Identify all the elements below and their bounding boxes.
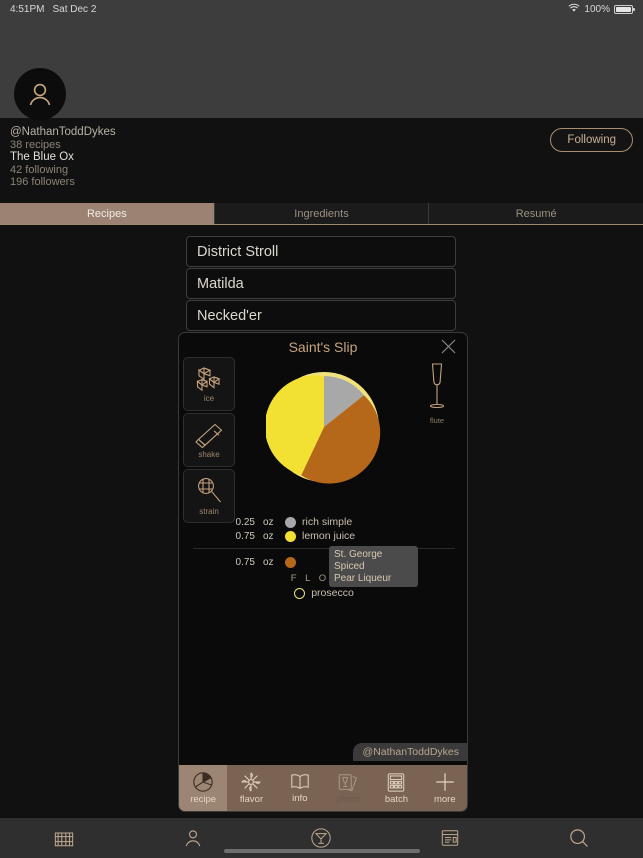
profile-info: @NathanToddDykes 38 recipes The Blue Ox …: [10, 126, 116, 189]
profile-recipes-count: 38 recipes: [10, 138, 61, 151]
ingredient-amount: 0.75: [235, 530, 255, 542]
status-time: 4:51PM: [10, 3, 45, 15]
modal-toolbar: recipe flavor info photo batch more: [179, 765, 467, 811]
open-book-icon: [291, 774, 309, 789]
ingredient-name: rich simple: [302, 516, 353, 528]
app-tab-bar-shelf[interactable]: [0, 828, 129, 848]
ingredient-color-dot: [285, 516, 296, 528]
tab-resume[interactable]: Resumé: [429, 203, 643, 224]
profile-following-count[interactable]: 42 following: [10, 164, 116, 176]
tab-recipes[interactable]: Recipes: [0, 203, 215, 224]
modal-tab-batch-label: batch: [384, 793, 409, 805]
ingredient-amount: 0.25: [235, 516, 255, 528]
tooltip-line-1: St. George Spiced: [334, 549, 383, 572]
modal-tab-more[interactable]: more: [421, 765, 467, 811]
ingredient-row-st-george[interactable]: 0.75 oz St. George Spiced Pear Liqueur: [179, 546, 467, 588]
app-root: 4:51PM Sat Dec 2 100% @NathanToddDykes 3…: [0, 0, 643, 858]
flavor-wheel-icon: [241, 772, 262, 792]
list-item[interactable]: District Stroll: [186, 236, 456, 267]
float-section-label: F L O A T: [290, 573, 358, 584]
status-bar: 4:51PM Sat Dec 2 100%: [0, 0, 643, 18]
tooltip-line-2: Pear Liqueur: [334, 572, 392, 584]
list-item[interactable]: Matilda: [186, 268, 456, 299]
plus-icon: [436, 773, 454, 791]
battery-full-icon: [614, 4, 635, 14]
app-tab-profile[interactable]: [129, 828, 258, 848]
profile-bar-name: The Blue Ox: [10, 151, 74, 164]
list-item[interactable]: Necked'er: [186, 300, 456, 331]
modal-tab-photo-label: photo: [336, 793, 361, 805]
ingredient-color-dot: [285, 556, 296, 568]
ingredient-amount: 0.75: [235, 556, 255, 568]
profile-followers-count[interactable]: 196 followers: [10, 176, 116, 188]
app-tab-drinks[interactable]: [257, 827, 386, 849]
battery-percent: 100%: [584, 3, 610, 15]
following-button[interactable]: Following: [550, 128, 633, 152]
modal-tab-info[interactable]: info: [276, 765, 324, 811]
modal-tab-info-label: info: [292, 793, 308, 804]
pie-chart: [266, 372, 381, 484]
status-bar-left: 4:51PM Sat Dec 2: [10, 4, 96, 15]
ingredient-unit: oz: [263, 516, 274, 528]
status-date: Sat Dec 2: [52, 3, 97, 15]
ingredient-color-dot: [285, 530, 296, 542]
person-icon: [185, 830, 201, 847]
tab-ingredients[interactable]: Ingredients: [214, 203, 430, 224]
profile-tabs: Recipes Ingredients Resumé: [0, 203, 643, 225]
avatar-person-icon: [29, 83, 51, 106]
modal-tab-recipe[interactable]: recipe: [179, 765, 228, 811]
profile-handle: @NathanToddDykes: [10, 126, 116, 138]
app-tab-bar: [0, 818, 643, 858]
ingredient-list: 0.25 oz rich simple 0.75 oz lemon juice …: [179, 515, 467, 599]
float-ingredient-row[interactable]: prosecco: [179, 587, 467, 599]
ingredient-unit: oz: [263, 530, 274, 542]
float-ingredient-name: prosecco: [311, 587, 354, 599]
app-tab-recipes[interactable]: [386, 828, 515, 848]
calculator-icon: [388, 772, 405, 792]
float-color-dot: [294, 587, 306, 599]
modal-tab-flavor[interactable]: flavor: [227, 765, 275, 811]
avatar[interactable]: [14, 68, 66, 120]
cocktail-glass-icon: [311, 828, 332, 848]
status-bar-right: 100%: [568, 3, 635, 16]
home-indicator: [223, 849, 420, 853]
ingredient-row-rich-simple[interactable]: 0.25 oz rich simple: [179, 515, 467, 529]
recipe-list: District Stroll Matilda Necked'er: [186, 236, 456, 332]
photos-icon: [338, 773, 358, 791]
modal-tab-photo[interactable]: photo: [324, 765, 372, 811]
modal-tab-more-label: more: [433, 794, 456, 805]
profile-banner: [0, 18, 643, 118]
ingredient-name: lemon juice: [302, 530, 356, 542]
wifi-icon: [568, 3, 580, 16]
pie-chart-icon: [193, 772, 213, 792]
recipe-detail-modal: Saint's Slip ice shake strain flute 0.25…: [178, 332, 468, 812]
app-tab-search[interactable]: [514, 827, 643, 849]
recipe-pie-chart: [179, 369, 467, 485]
close-icon[interactable]: [439, 337, 459, 357]
bar-shelf-icon: [55, 832, 74, 847]
modal-tab-batch[interactable]: batch: [372, 765, 420, 811]
search-icon: [569, 829, 588, 847]
ingredient-unit: oz: [263, 556, 274, 568]
recipe-attribution[interactable]: @NathanToddDykes: [352, 743, 467, 761]
recipe-card-icon: [441, 830, 459, 846]
ingredient-row-lemon-juice[interactable]: 0.75 oz lemon juice: [179, 529, 467, 543]
modal-tab-flavor-label: flavor: [239, 794, 264, 805]
ingredient-name-tooltip: St. George Spiced Pear Liqueur: [329, 546, 418, 588]
modal-tab-recipe-label: recipe: [190, 794, 217, 805]
modal-title: Saint's Slip: [288, 339, 358, 355]
